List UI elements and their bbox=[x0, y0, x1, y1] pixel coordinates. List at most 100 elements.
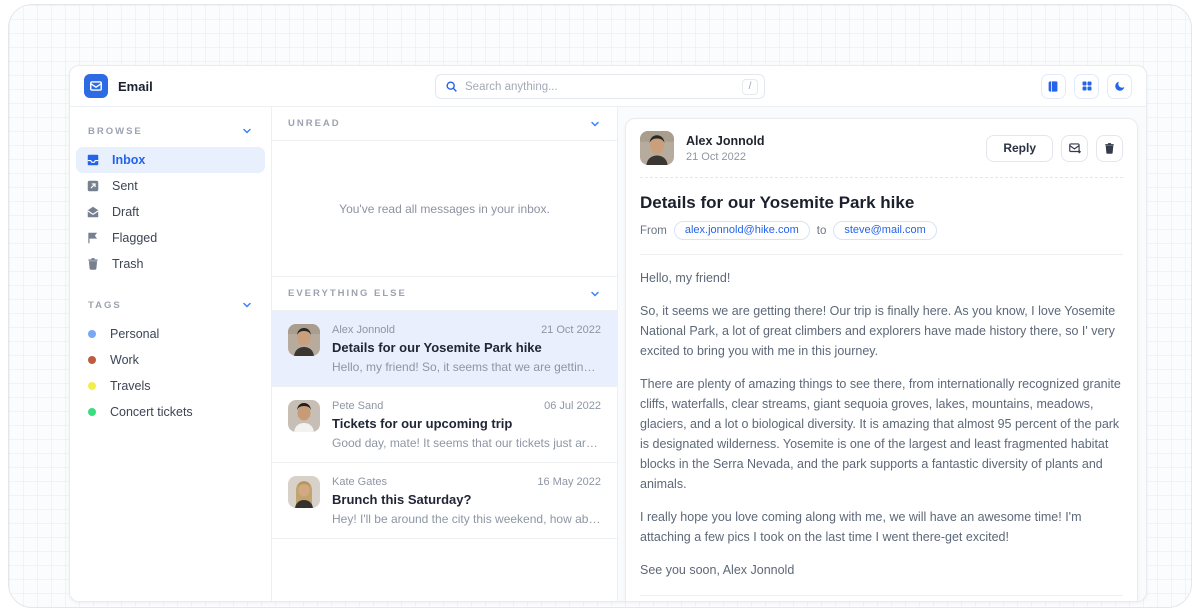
attachments-section: Attachments bbox=[626, 596, 1137, 602]
tag-work[interactable]: Work bbox=[86, 347, 255, 373]
detail-header: Alex Jonnold 21 Oct 2022 Reply bbox=[626, 119, 1137, 177]
mail-sender: Kate Gates bbox=[332, 476, 387, 488]
tag-concert-tickets[interactable]: Concert tickets bbox=[86, 399, 255, 425]
mail-subject: Brunch this Saturday? bbox=[332, 492, 601, 507]
topbar-actions bbox=[1041, 74, 1132, 99]
mail-list-column: UNREAD You've read all messages in your … bbox=[272, 107, 618, 602]
forward-mail-button[interactable] bbox=[1061, 135, 1088, 162]
unread-empty-message: You've read all messages in your inbox. bbox=[272, 141, 617, 277]
mail-snippet: Hello, my friend! So, it seems that we a… bbox=[332, 360, 601, 374]
mail-list-item[interactable]: Pete Sand 06 Jul 2022 Tickets for our up… bbox=[272, 387, 617, 463]
avatar-kate-gates bbox=[288, 476, 320, 508]
moon-icon bbox=[1113, 80, 1126, 93]
body-paragraph: See you soon, Alex Jonnold bbox=[640, 560, 1123, 580]
avatar-pete-sand bbox=[288, 400, 320, 432]
trash-icon bbox=[86, 257, 100, 271]
search-bar[interactable]: / bbox=[435, 74, 765, 99]
email-logo-icon bbox=[84, 74, 108, 98]
tag-color-dot bbox=[88, 356, 96, 364]
chevron-down-icon bbox=[241, 125, 253, 137]
mail-detail-area: Alex Jonnold 21 Oct 2022 Reply bbox=[618, 107, 1146, 602]
mail-snippet: Good day, mate! It seems that our ticket… bbox=[332, 436, 601, 450]
mail-subject: Details for our Yosemite Park hike bbox=[332, 340, 601, 355]
mail-subject: Tickets for our upcoming trip bbox=[332, 416, 601, 431]
to-email-pill[interactable]: steve@mail.com bbox=[833, 221, 936, 240]
chevron-down-icon bbox=[241, 299, 253, 311]
email-app-window: Email / bbox=[69, 65, 1147, 602]
tag-label: Personal bbox=[110, 327, 159, 341]
trash-icon bbox=[1103, 142, 1116, 155]
sidebar-item-label: Trash bbox=[112, 257, 144, 271]
addressbook-button[interactable] bbox=[1041, 74, 1066, 99]
tag-color-dot bbox=[88, 408, 96, 416]
chevron-down-icon bbox=[589, 288, 601, 300]
tag-color-dot bbox=[88, 382, 96, 390]
avatar-alex-jonnold bbox=[640, 131, 674, 165]
tag-label: Work bbox=[110, 353, 139, 367]
browse-section-header[interactable]: BROWSE bbox=[88, 125, 253, 137]
mail-date: 21 Oct 2022 bbox=[541, 324, 601, 336]
flag-icon bbox=[86, 231, 100, 245]
apps-button[interactable] bbox=[1074, 74, 1099, 99]
avatar-alex-jonnold bbox=[288, 324, 320, 356]
body-paragraph: So, it seems we are getting there! Our t… bbox=[640, 301, 1123, 361]
unread-section-header[interactable]: UNREAD bbox=[272, 107, 617, 141]
reply-button[interactable]: Reply bbox=[986, 135, 1053, 162]
mail-body: Hello, my friend! So, it seems we are ge… bbox=[626, 255, 1137, 595]
mail-detail-card: Alex Jonnold 21 Oct 2022 Reply bbox=[625, 118, 1138, 602]
sidebar-item-label: Flagged bbox=[112, 231, 157, 245]
tag-personal[interactable]: Personal bbox=[86, 321, 255, 347]
detail-subject: Details for our Yosemite Park hike bbox=[626, 178, 1137, 221]
search-shortcut-badge: / bbox=[742, 79, 758, 95]
chevron-down-icon bbox=[589, 118, 601, 130]
everything-else-section-header[interactable]: EVERYTHING ELSE bbox=[272, 277, 617, 311]
inbox-icon bbox=[86, 153, 100, 167]
sidebar-item-label: Sent bbox=[112, 179, 138, 193]
sidebar-item-flagged[interactable]: Flagged bbox=[76, 225, 265, 251]
mail-date: 06 Jul 2022 bbox=[544, 400, 601, 412]
detail-date: 21 Oct 2022 bbox=[686, 151, 764, 163]
tags-section-header[interactable]: TAGS bbox=[88, 299, 253, 311]
sidebar-item-label: Draft bbox=[112, 205, 139, 219]
tag-color-dot bbox=[88, 330, 96, 338]
body-paragraph: I really hope you love coming along with… bbox=[640, 507, 1123, 547]
delete-mail-button[interactable] bbox=[1096, 135, 1123, 162]
search-input[interactable] bbox=[465, 81, 742, 93]
from-to-row: From alex.jonnold@hike.com to steve@mail… bbox=[626, 221, 1137, 254]
browse-label: BROWSE bbox=[88, 126, 143, 137]
mail-date: 16 May 2022 bbox=[537, 476, 601, 488]
mail-list-item[interactable]: Alex Jonnold 21 Oct 2022 Details for our… bbox=[272, 311, 617, 387]
everything-else-label: EVERYTHING ELSE bbox=[288, 288, 407, 299]
detail-sender-name: Alex Jonnold bbox=[686, 134, 764, 148]
sidebar-item-trash[interactable]: Trash bbox=[76, 251, 265, 277]
from-label: From bbox=[640, 225, 667, 237]
mail-snippet: Hey! I'll be around the city this weeken… bbox=[332, 512, 601, 526]
tag-label: Travels bbox=[110, 379, 151, 393]
dark-mode-button[interactable] bbox=[1107, 74, 1132, 99]
from-email-pill[interactable]: alex.jonnold@hike.com bbox=[674, 221, 810, 240]
book-icon bbox=[1047, 80, 1060, 93]
tags-label: TAGS bbox=[88, 300, 122, 311]
brand: Email bbox=[84, 74, 153, 98]
app-title: Email bbox=[118, 79, 153, 94]
tag-travels[interactable]: Travels bbox=[86, 373, 255, 399]
topbar: Email / bbox=[70, 66, 1146, 107]
page-background: Email / bbox=[8, 4, 1192, 608]
body-paragraph: Hello, my friend! bbox=[640, 268, 1123, 288]
sidebar-item-draft[interactable]: Draft bbox=[76, 199, 265, 225]
draft-icon bbox=[86, 205, 100, 219]
mail-sender: Alex Jonnold bbox=[332, 324, 395, 336]
mail-plus-icon bbox=[1068, 141, 1082, 155]
mail-sender: Pete Sand bbox=[332, 400, 383, 412]
sent-icon bbox=[86, 179, 100, 193]
body-paragraph: There are plenty of amazing things to se… bbox=[640, 374, 1123, 494]
to-label: to bbox=[817, 225, 827, 237]
sidebar-item-sent[interactable]: Sent bbox=[76, 173, 265, 199]
tag-label: Concert tickets bbox=[110, 405, 193, 419]
mail-list-item[interactable]: Kate Gates 16 May 2022 Brunch this Satur… bbox=[272, 463, 617, 539]
unread-label: UNREAD bbox=[288, 118, 341, 129]
sidebar-item-inbox[interactable]: Inbox bbox=[76, 147, 265, 173]
sidebar: BROWSE Inbox Sent bbox=[70, 107, 272, 602]
sidebar-item-label: Inbox bbox=[112, 153, 145, 167]
search-icon bbox=[445, 80, 458, 93]
